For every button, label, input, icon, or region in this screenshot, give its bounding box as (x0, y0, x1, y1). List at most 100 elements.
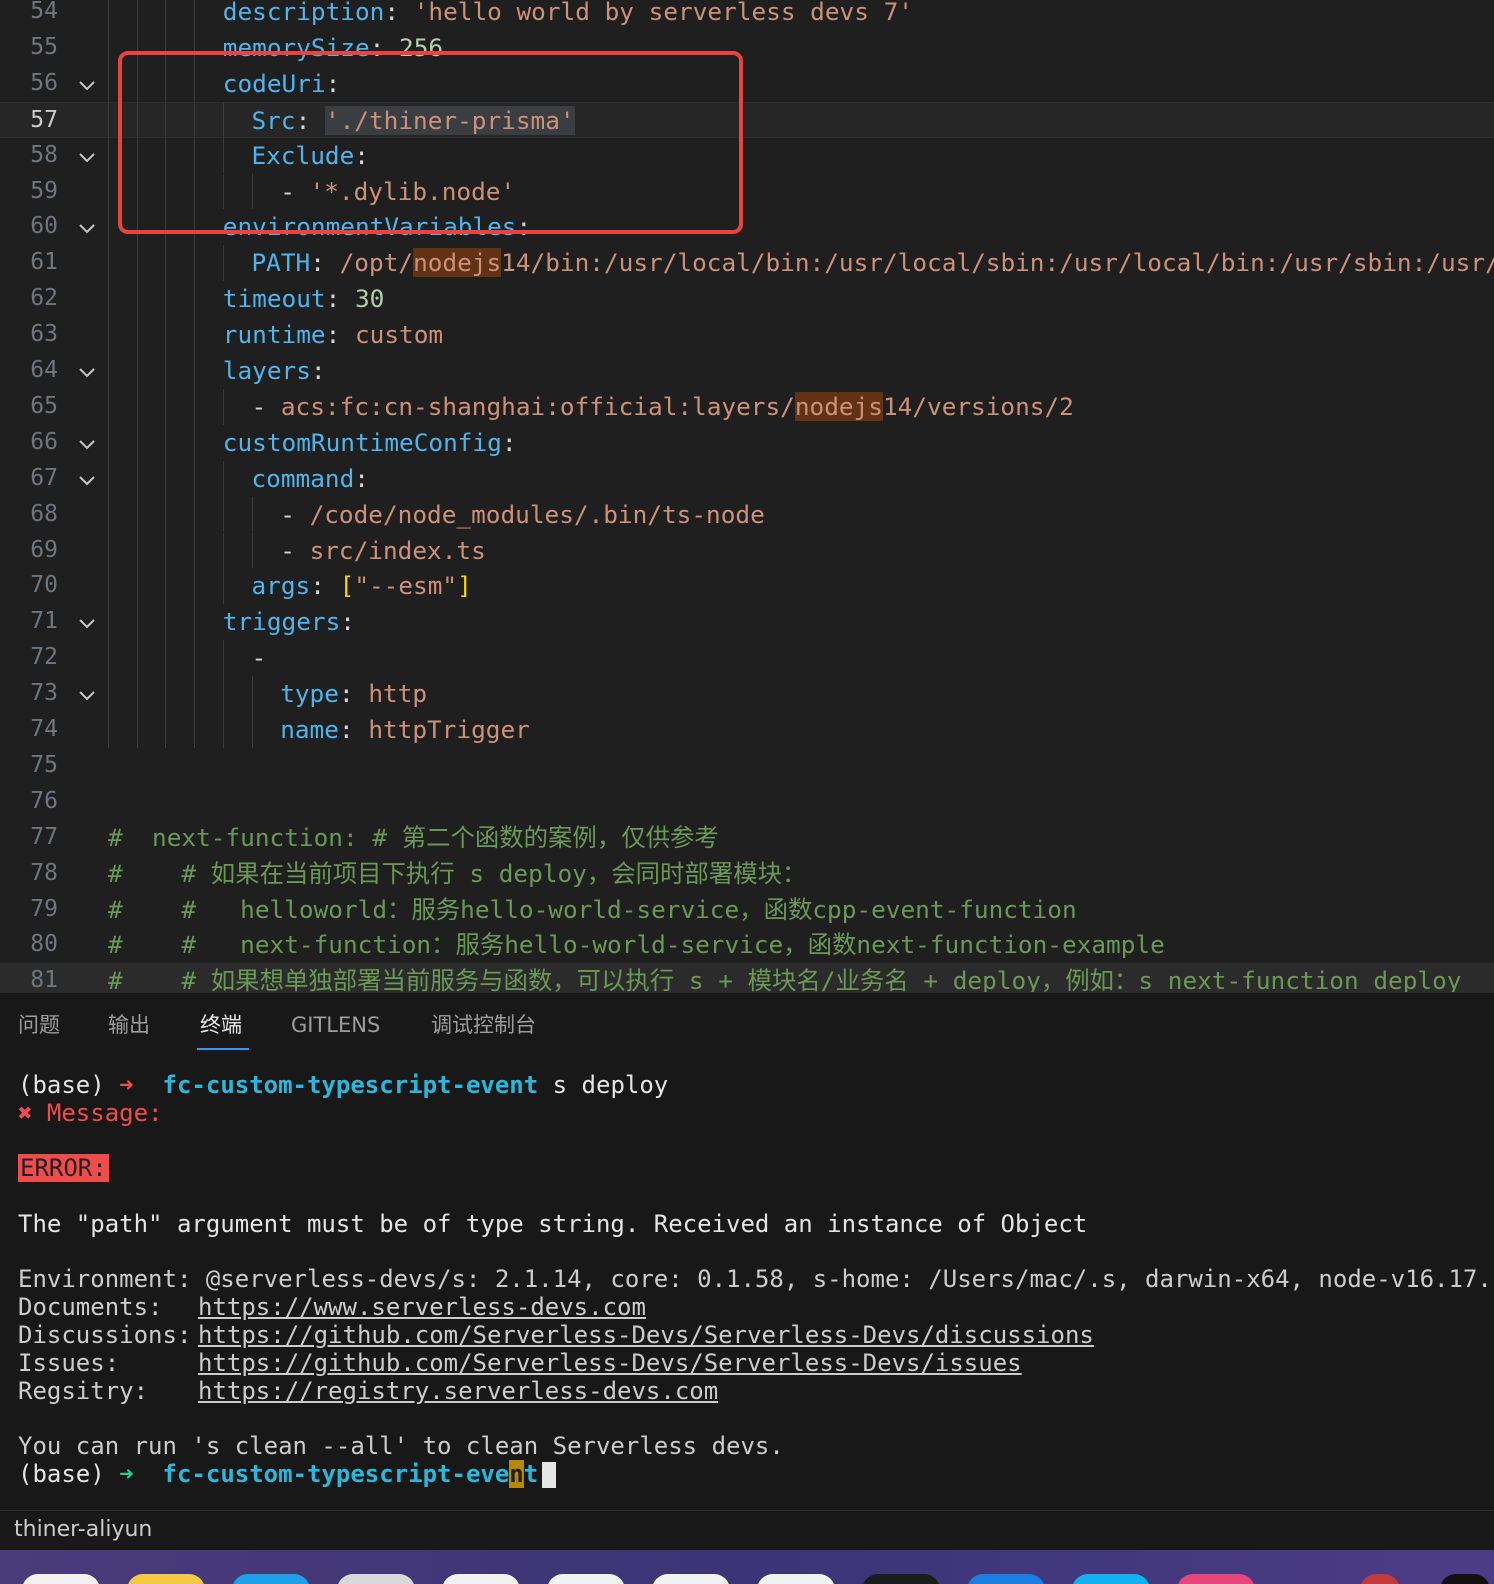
dock-app-icon[interactable] (862, 1574, 940, 1584)
code-line[interactable]: 71 triggers: (0, 604, 1494, 641)
code-line[interactable]: 75 (0, 748, 1494, 784)
dock-app-icon[interactable] (757, 1574, 835, 1584)
code-line[interactable]: 69 - src/index.ts (0, 532, 1494, 569)
code-line[interactable]: 78 # # 如果在当前项目下执行 s deploy，会同时部署模块： (0, 856, 1494, 892)
code-line[interactable]: 62 timeout: 30 (0, 281, 1494, 318)
line-number: 68 (30, 500, 58, 527)
code-line[interactable]: 76 (0, 784, 1494, 820)
code-line[interactable]: 81 # # 如果想单独部署当前服务与函数，可以执行 s + 模块名/业务名 + … (0, 963, 1494, 992)
fold-chevron-icon[interactable] (76, 433, 98, 455)
line-number: 67 (30, 464, 58, 491)
docs-link[interactable]: https://www.serverless-devs.com (198, 1293, 646, 1321)
dock-app-icon[interactable] (442, 1574, 520, 1584)
code-text: # # 如果想单独部署当前服务与函数，可以执行 s + 模块名/业务名 + de… (108, 963, 1461, 992)
tab-gitlens[interactable]: GITLENS (291, 1011, 380, 1039)
dock-app-icon[interactable] (967, 1574, 1045, 1584)
discussions-link[interactable]: https://github.com/Serverless-Devs/Serve… (198, 1321, 1094, 1349)
prompt-command: s deploy (552, 1071, 669, 1099)
code-editor[interactable]: 54 description: 'hello world by serverles… (0, 0, 1494, 992)
fold-chevron-icon[interactable] (76, 684, 98, 706)
code-line[interactable]: 54 description: 'hello world by serverles… (0, 0, 1494, 30)
search-match: nodejs (794, 391, 883, 421)
yaml-value: /code/node_modules/.bin/ts-node (309, 499, 765, 529)
line-number: 70 (30, 572, 58, 599)
code-line[interactable]: 55 memorySize: 256 (0, 29, 1494, 66)
terminal-line-command: (base) ➜ fc-custom-typescript-event s de… (18, 1071, 668, 1099)
tab-debug-console[interactable]: 调试控制台 (431, 1011, 536, 1039)
yaml-key: type (280, 679, 339, 709)
code-line[interactable]: 68 - /code/node_modules/.bin/ts-node (0, 496, 1494, 533)
dock-app-icon[interactable] (1360, 1574, 1400, 1584)
dock-app-icon[interactable] (127, 1574, 205, 1584)
dock-app-icon[interactable] (22, 1574, 100, 1584)
dock-app-icon[interactable] (1072, 1574, 1150, 1584)
indent-guide (222, 173, 224, 210)
code-text: # # 如果在当前项目下执行 s deploy，会同时部署模块： (108, 856, 806, 892)
code-line[interactable]: 56 codeUri: (0, 65, 1494, 102)
yaml-value: src/index.ts (309, 535, 486, 565)
yaml-value: 'hello world by serverless devs 7' (413, 0, 913, 26)
tab-problems[interactable]: 问题 (18, 1011, 60, 1039)
dock-app-icon[interactable] (1177, 1574, 1255, 1584)
code-line[interactable]: 77 # next-function: # 第二个函数的案例，仅供参考 (0, 820, 1494, 856)
code-line[interactable]: 70 args: ["--esm"] (0, 568, 1494, 605)
terminal[interactable]: (base) ➜ fc-custom-typescript-event s de… (18, 1071, 1494, 1488)
issues-link[interactable]: https://github.com/Serverless-Devs/Serve… (198, 1349, 1022, 1377)
line-number: 79 (30, 895, 58, 922)
code-line[interactable]: 74 name: httpTrigger (0, 712, 1494, 748)
code-text: - acs:fc:cn-shanghai:official:layers/nod… (252, 389, 1074, 425)
tab-terminal[interactable]: 终端 (200, 1011, 242, 1039)
dock-app-icon[interactable] (1440, 1574, 1490, 1584)
line-number: 59 (30, 177, 58, 204)
indent-guide (251, 712, 253, 748)
code-text: args: ["--esm"] (252, 568, 472, 604)
code-line[interactable]: 80 # # next-function：服务hello-world-servic… (0, 927, 1494, 963)
punctuation: - (280, 176, 310, 206)
code-line[interactable]: 72 - (0, 640, 1494, 677)
yaml-value: custom (354, 320, 444, 350)
dock (0, 1550, 1494, 1584)
comment-text: # # next-function：服务hello-world-service，… (108, 930, 1165, 960)
line-number: 73 (30, 680, 58, 707)
fold-chevron-icon[interactable] (76, 612, 98, 634)
code-line[interactable]: 59 - '*.dylib.node' (0, 173, 1494, 210)
punctuation: : (354, 140, 369, 170)
issues-label: Issues: (18, 1349, 120, 1377)
code-line[interactable]: 58 Exclude: (0, 137, 1494, 174)
code-line[interactable]: 60 environmentVariables: (0, 209, 1494, 246)
prompt-dir: fc-custom-typescript-eve (162, 1460, 510, 1488)
code-line[interactable]: 67 command: (0, 460, 1494, 497)
yaml-key: description (222, 0, 385, 26)
dock-app-icon[interactable] (337, 1574, 415, 1584)
indent-guide (222, 137, 224, 174)
tab-output[interactable]: 输出 (108, 1011, 150, 1039)
code-line[interactable]: 63 runtime: custom (0, 317, 1494, 353)
code-line[interactable]: 79 # # helloworld：服务hello-world-service，函… (0, 892, 1494, 928)
punctuation: : (310, 356, 326, 385)
dock-app-icon[interactable] (652, 1574, 730, 1584)
fold-chevron-icon[interactable] (76, 74, 98, 96)
code-line[interactable]: 66 customRuntimeConfig: (0, 424, 1494, 461)
code-line[interactable]: 57 Src: './thiner-prisma' (0, 101, 1494, 139)
code-line[interactable]: 64 layers: (0, 353, 1494, 389)
registry-link[interactable]: https://registry.serverless-devs.com (198, 1377, 718, 1405)
indent-guide (136, 0, 138, 748)
prompt-dir-end: t (523, 1460, 539, 1488)
discussions-line: Discussions: https://github.com/Serverles… (18, 1321, 1094, 1349)
punctuation: - (251, 643, 267, 673)
indent-guide (251, 496, 253, 533)
code-line[interactable]: 73 type: http (0, 676, 1494, 712)
indent-guide (222, 676, 224, 712)
fold-chevron-icon[interactable] (76, 469, 98, 491)
fold-chevron-icon[interactable] (76, 361, 98, 383)
line-number: 81 (30, 967, 58, 992)
line-number: 61 (30, 249, 58, 276)
code-text: name: httpTrigger (280, 712, 530, 748)
code-line[interactable]: 61 PATH: /opt/nodejs14/bin:/usr/local/bin… (0, 245, 1494, 282)
code-line[interactable]: 65 - acs:fc:cn-shanghai:official:layers/n… (0, 388, 1494, 425)
fold-chevron-icon[interactable] (76, 217, 98, 239)
dock-app-icon[interactable] (232, 1574, 310, 1584)
punctuation: : (354, 463, 369, 493)
dock-app-icon[interactable] (547, 1574, 625, 1584)
fold-chevron-icon[interactable] (76, 146, 98, 168)
